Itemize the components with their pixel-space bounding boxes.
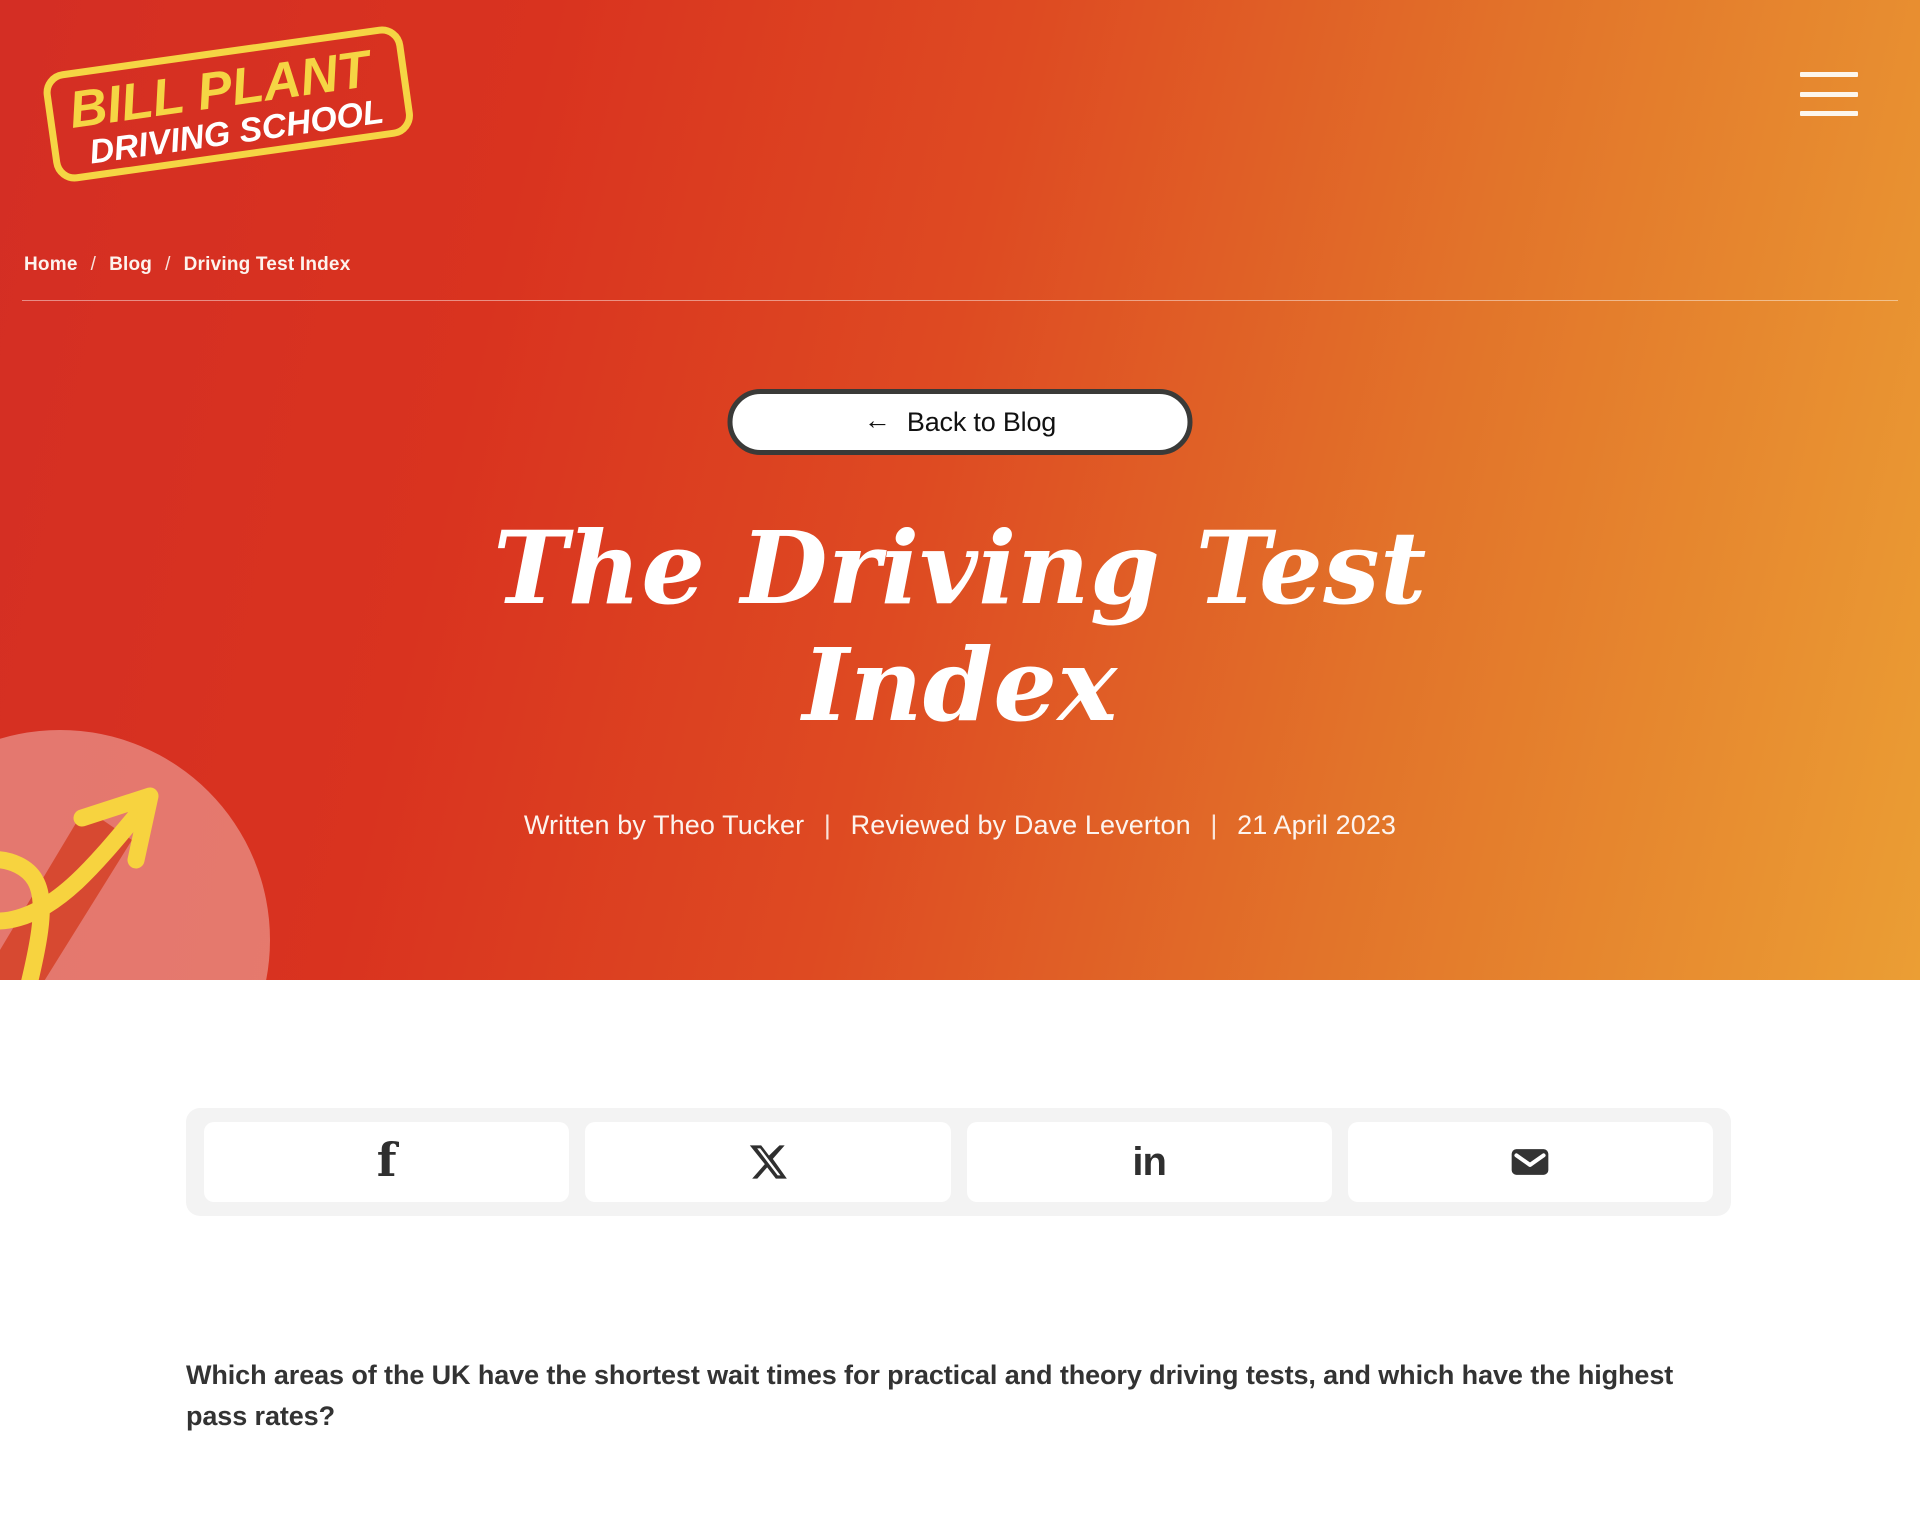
back-to-blog-button[interactable]: ← Back to Blog [727,389,1193,455]
hamburger-menu-icon[interactable] [1800,72,1858,116]
breadcrumb-item-blog[interactable]: Blog [109,254,152,276]
linkedin-icon: in [1132,1140,1167,1184]
breadcrumb-item-driving-test-index: Driving Test Index [183,254,351,275]
share-button-linkedin[interactable]: in [966,1122,1332,1202]
hero-section: BILL PLANT DRIVING SCHOOL Home / Blog / … [0,0,1920,980]
hamburger-bar-1 [1800,72,1858,77]
page-title: The Driving Test Index [0,510,1920,744]
article-byline: Written by Theo Tucker | Reviewed by Dav… [0,810,1920,841]
red-tick-shape [0,808,132,980]
share-button-email[interactable] [1347,1122,1713,1202]
hamburger-bar-3 [1800,111,1858,116]
breadcrumb-separator: / [90,254,97,275]
breadcrumb-item-home[interactable]: Home [24,254,78,276]
share-button-facebook[interactable]: f [204,1122,570,1202]
email-icon [1508,1140,1552,1184]
share-button-x-twitter[interactable] [585,1122,951,1202]
hamburger-bar-2 [1800,91,1858,97]
byline-author: Written by Theo Tucker [523,810,805,840]
pink-circle-shape [0,730,270,980]
article-intro-paragraph: Which areas of the UK have the shortest … [186,1360,1674,1432]
site-logo[interactable]: BILL PLANT DRIVING SCHOOL [28,14,428,189]
share-bar: f in [186,1108,1731,1216]
x-twitter-icon [748,1142,788,1182]
byline-separator: | [1210,810,1218,840]
facebook-icon: f [376,1133,397,1187]
page-title-line1: The Driving Test [493,509,1427,627]
breadcrumb: Home / Blog / Driving Test Index [24,254,350,276]
byline-reviewer: Reviewed by Dave Leverton [850,810,1191,840]
breadcrumb-separator: / [165,254,171,275]
breadcrumb-divider [22,300,1898,301]
arrow-left-icon: ← [863,405,891,435]
back-to-blog-label: Back to Blog [906,406,1057,437]
page-title-line2: Index [802,626,1118,744]
hero-decoration [0,730,270,980]
byline-date: 21 April 2023 [1237,810,1397,840]
byline-separator: | [823,810,831,840]
yellow-looping-arrow [0,787,159,980]
